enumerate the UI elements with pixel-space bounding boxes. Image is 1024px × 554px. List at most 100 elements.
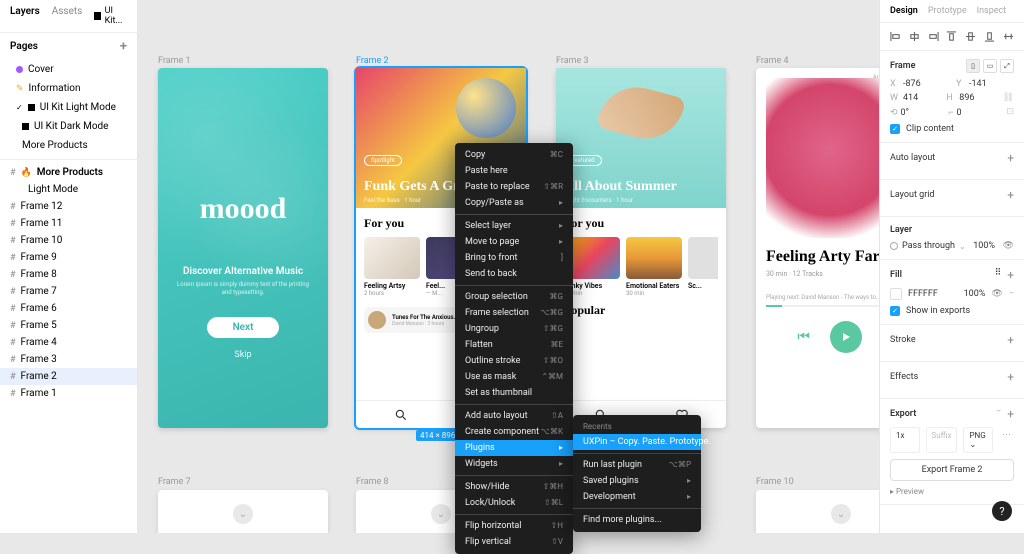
- layer-frame-9[interactable]: #Frame 9: [0, 249, 137, 266]
- align-right-icon[interactable]: [928, 31, 939, 42]
- card-emotional-eaters[interactable]: Emotional Eaters 30 min: [626, 237, 682, 297]
- menu-show-hide[interactable]: Show/Hide⇧⌘H: [455, 479, 573, 495]
- frame-7[interactable]: ⌄: [158, 490, 328, 533]
- frame-3[interactable]: Featured All About Summer Bright Encount…: [556, 68, 726, 428]
- page-information[interactable]: ✎Information: [0, 79, 137, 98]
- menu-paste-here[interactable]: Paste here: [455, 163, 573, 179]
- align-center-v-icon[interactable]: [965, 31, 976, 42]
- page-more-products[interactable]: More Products: [0, 136, 137, 155]
- layer-frame-11[interactable]: #Frame 11: [0, 215, 137, 232]
- menu-lock-unlock[interactable]: Lock/Unlock⇧⌘L: [455, 495, 573, 511]
- chevron-down-icon[interactable]: ⌄: [233, 504, 253, 524]
- radius-input[interactable]: 0: [957, 108, 962, 118]
- menu-group-selection[interactable]: Group selection⌘G: [455, 289, 573, 305]
- preview-toggle[interactable]: ▸ Preview: [890, 487, 1014, 496]
- blend-mode-icon[interactable]: [890, 242, 898, 250]
- layer-frame-12[interactable]: #Frame 12: [0, 198, 137, 215]
- play-button[interactable]: [830, 321, 862, 353]
- layer-frame-3[interactable]: #Frame 3: [0, 351, 137, 368]
- export-scale-select[interactable]: 1x: [890, 427, 920, 453]
- orientation-portrait-icon[interactable]: ▯: [966, 59, 980, 73]
- frame-label-7[interactable]: Frame 7: [158, 477, 191, 487]
- tab-assets[interactable]: Assets: [52, 6, 83, 26]
- style-icon[interactable]: ⠿: [995, 268, 1002, 282]
- export-format-select[interactable]: PNG ⌄: [963, 427, 993, 453]
- menu-send-to-back[interactable]: Send to back: [455, 266, 573, 282]
- tab-design[interactable]: Design: [890, 6, 918, 16]
- width-input[interactable]: 414: [903, 93, 918, 103]
- menu-set-thumbnail[interactable]: Set as thumbnail: [455, 385, 573, 401]
- layer-frame-6[interactable]: #Frame 6: [0, 300, 137, 317]
- tab-prototype[interactable]: Prototype: [928, 6, 967, 16]
- chevron-down-icon[interactable]: ⌄: [831, 504, 851, 524]
- help-button[interactable]: ?: [992, 501, 1012, 521]
- opacity-input[interactable]: 100%: [973, 241, 995, 251]
- orientation-landscape-icon[interactable]: ▭: [983, 59, 997, 73]
- submenu-uxpin[interactable]: UXPin – Copy. Paste. Prototype.: [573, 434, 701, 450]
- search-icon[interactable]: [394, 408, 408, 422]
- submenu-run-last[interactable]: Run last plugin⌥⌘P: [573, 457, 701, 473]
- eye-icon[interactable]: 👁: [991, 289, 1002, 299]
- frame-label-1[interactable]: Frame 1: [158, 56, 191, 66]
- x-input[interactable]: -876: [903, 79, 921, 89]
- resize-fit-icon[interactable]: ⤢: [1000, 59, 1014, 73]
- menu-move-to-page[interactable]: Move to page▸: [455, 234, 573, 250]
- align-center-h-icon[interactable]: [909, 31, 920, 42]
- menu-widgets[interactable]: Widgets▸: [455, 456, 573, 472]
- page-dark-mode[interactable]: UI Kit Dark Mode: [0, 117, 137, 136]
- menu-plugins[interactable]: Plugins▸: [455, 440, 573, 456]
- page-cover[interactable]: Cover: [0, 60, 137, 79]
- layer-frame-1[interactable]: #Frame 1: [0, 385, 137, 402]
- frame-label-8[interactable]: Frame 8: [356, 477, 389, 487]
- eye-icon[interactable]: 👁: [1003, 241, 1014, 251]
- clip-content-checkbox[interactable]: ✓: [890, 124, 900, 134]
- menu-flip-vertical[interactable]: Flip vertical⇧V: [455, 534, 573, 550]
- align-bottom-icon[interactable]: [984, 31, 995, 42]
- y-input[interactable]: -141: [969, 79, 987, 89]
- menu-select-layer[interactable]: Select layer▸: [455, 218, 573, 234]
- align-top-icon[interactable]: [946, 31, 957, 42]
- add-fill-button[interactable]: +: [1007, 268, 1014, 282]
- layer-frame-5[interactable]: #Frame 5: [0, 317, 137, 334]
- submenu-find-more[interactable]: Find more plugins...: [573, 512, 701, 528]
- add-auto-layout-button[interactable]: +: [1007, 151, 1014, 165]
- skip-back-icon[interactable]: ⏮: [797, 329, 810, 345]
- fill-hex-input[interactable]: FFFFFF: [908, 289, 938, 299]
- tab-layers[interactable]: Layers: [10, 6, 40, 26]
- remove-fill-button[interactable]: −: [1009, 289, 1014, 299]
- menu-bring-to-front[interactable]: Bring to front]: [455, 250, 573, 266]
- layer-frame-2[interactable]: #Frame 2: [0, 368, 137, 385]
- remove-export-button[interactable]: −: [996, 407, 1001, 421]
- fill-opacity-input[interactable]: 100%: [964, 289, 986, 299]
- rotation-input[interactable]: 0°: [901, 108, 909, 118]
- frame-4[interactable]: Art by Bart... ⌄ Feeling Arty Farty 30 m…: [756, 68, 879, 428]
- fill-color-swatch[interactable]: [890, 288, 902, 300]
- card-sc[interactable]: Sc...: [688, 237, 718, 297]
- link-icon[interactable]: ⛓: [1003, 93, 1014, 103]
- skip-link[interactable]: Skip: [172, 350, 314, 360]
- show-in-exports-checkbox[interactable]: ✓: [890, 306, 900, 316]
- add-layout-grid-button[interactable]: +: [1007, 188, 1014, 202]
- file-name[interactable]: UI Kit...: [94, 6, 127, 26]
- menu-copy[interactable]: Copy⌘C: [455, 147, 573, 163]
- export-suffix-input[interactable]: Suffix: [926, 427, 958, 453]
- submenu-development[interactable]: Development▸: [573, 489, 701, 505]
- menu-ungroup[interactable]: Ungroup⇧⌘G: [455, 321, 573, 337]
- corner-options-icon[interactable]: ⊡: [1006, 107, 1014, 118]
- frame-1[interactable]: moood Discover Alternative Music Lorem i…: [158, 68, 328, 428]
- menu-flip-horizontal[interactable]: Flip horizontal⇧H: [455, 518, 573, 534]
- frame-label-4[interactable]: Frame 4: [756, 56, 789, 66]
- menu-use-as-mask[interactable]: Use as mask⌃⌘M: [455, 369, 573, 385]
- add-effect-button[interactable]: +: [1007, 370, 1014, 384]
- chevron-down-icon[interactable]: ⌄: [431, 504, 451, 524]
- menu-frame-selection[interactable]: Frame selection⌥⌘G: [455, 305, 573, 321]
- frame-label-2[interactable]: Frame 2: [356, 56, 389, 66]
- menu-outline-stroke[interactable]: Outline stroke⇧⌘O: [455, 353, 573, 369]
- layer-frame-8[interactable]: #Frame 8: [0, 266, 137, 283]
- blend-mode-select[interactable]: Pass through: [902, 241, 955, 251]
- distribute-icon[interactable]: [1003, 31, 1014, 42]
- layer-more-products[interactable]: #🔥More Products: [0, 164, 137, 181]
- add-export-button[interactable]: +: [1007, 407, 1014, 421]
- export-options-button[interactable]: ⋯: [999, 427, 1014, 453]
- export-button[interactable]: Export Frame 2: [890, 459, 1014, 481]
